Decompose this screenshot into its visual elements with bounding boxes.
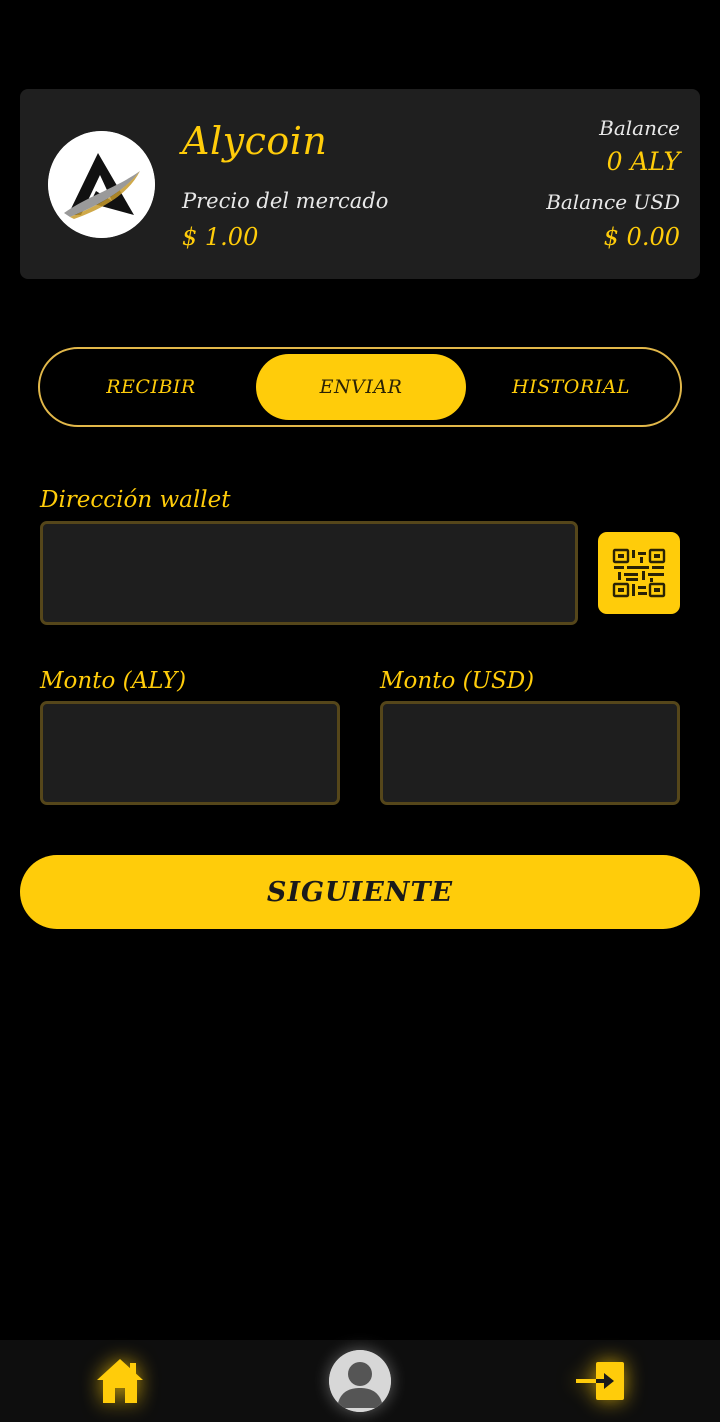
home-icon — [97, 1359, 143, 1403]
logout-icon — [576, 1362, 624, 1400]
market-price-label: Precio del mercado — [182, 189, 389, 213]
scan-qr-button[interactable] — [598, 532, 680, 614]
alycoin-logo-icon — [48, 131, 155, 238]
qr-code-icon — [612, 548, 666, 598]
amount-usd-input[interactable] — [380, 701, 680, 805]
nav-logout-button[interactable] — [540, 1340, 660, 1422]
wallet-address-input[interactable] — [40, 521, 578, 625]
balance-usd-label: Balance USD — [546, 190, 680, 214]
avatar-icon — [329, 1350, 391, 1412]
nav-profile-button[interactable] — [300, 1340, 420, 1422]
nav-home-button[interactable] — [60, 1340, 180, 1422]
bottom-navigation — [0, 1340, 720, 1422]
tab-recibir[interactable]: RECIBIR — [46, 354, 256, 420]
market-price-value: $ 1.00 — [182, 223, 259, 251]
next-button[interactable]: SIGUIENTE — [20, 855, 700, 929]
transaction-tabs: RECIBIR ENVIAR HISTORIAL — [38, 347, 682, 427]
amount-aly-label: Monto (ALY) — [40, 668, 187, 694]
alycoin-logo — [48, 131, 155, 238]
balance-usd-value: $ 0.00 — [603, 223, 680, 251]
amount-aly-input[interactable] — [40, 701, 340, 805]
balance-label: Balance — [599, 116, 680, 140]
wallet-address-label: Dirección wallet — [40, 487, 231, 513]
amount-usd-label: Monto (USD) — [380, 668, 535, 694]
tab-historial[interactable]: HISTORIAL — [466, 354, 676, 420]
tab-enviar[interactable]: ENVIAR — [256, 354, 466, 420]
avatar — [329, 1350, 391, 1412]
coin-summary-card: Alycoin Precio del mercado $ 1.00 Balanc… — [20, 89, 700, 279]
balance-value: 0 ALY — [606, 147, 680, 176]
coin-name: Alycoin — [182, 119, 328, 163]
